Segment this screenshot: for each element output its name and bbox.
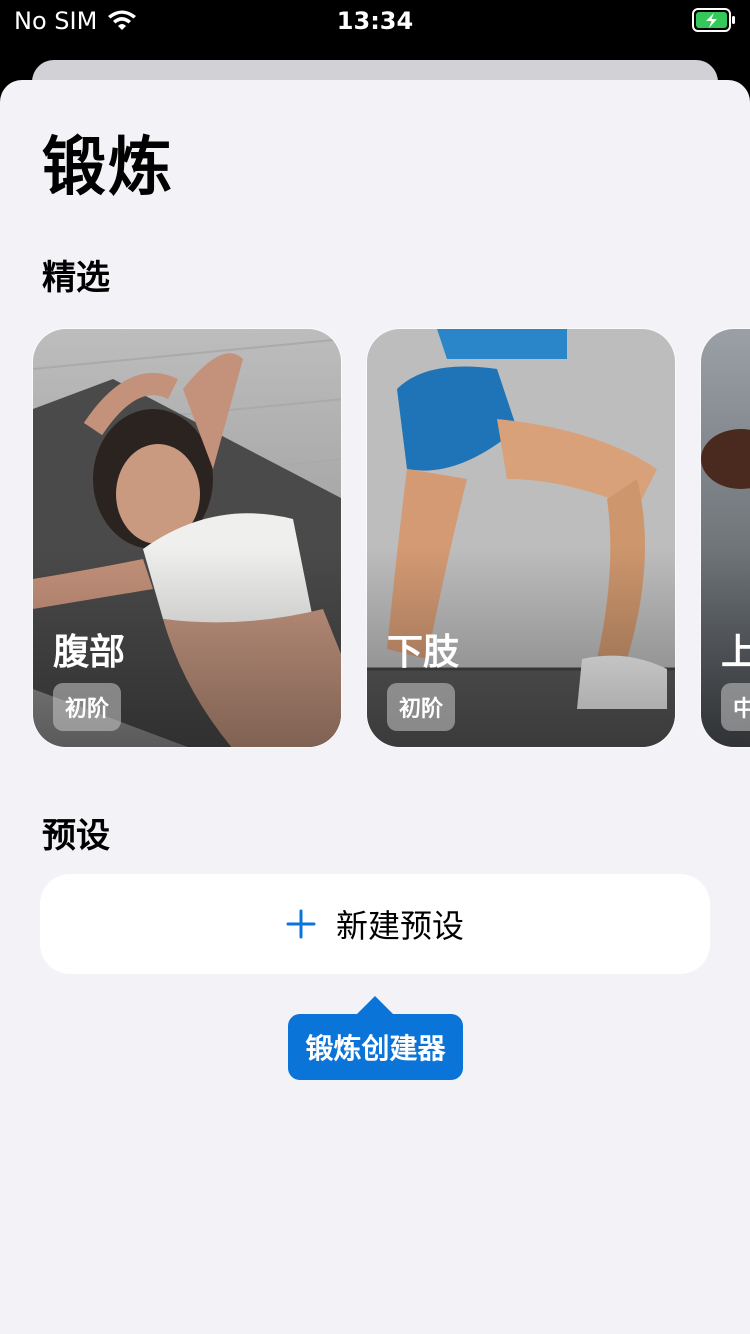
presets-section-title: 预设: [42, 816, 110, 856]
battery-charging-icon: [692, 8, 735, 32]
status-time: 13:34: [336, 7, 414, 35]
plus-icon: [286, 909, 316, 939]
featured-section-title: 精选: [42, 258, 110, 298]
new-preset-label: 新建预设: [335, 907, 464, 945]
card-title: 腹部: [53, 632, 126, 673]
workout-card-upper-body[interactable]: 上 中: [700, 328, 750, 748]
card-title: 上: [721, 623, 750, 675]
new-preset-button[interactable]: 新建预设: [40, 874, 710, 974]
workout-sheet: 锻炼 精选 腹部 初阶 下肢 初阶 预设 新建预设 锻炼创建器: [0, 80, 750, 1334]
workout-card-lower-body[interactable]: 下肢 初阶: [366, 328, 676, 748]
level-badge: 初阶: [53, 683, 122, 731]
workout-card-abs[interactable]: 腹部 初阶: [32, 328, 342, 748]
level-badge: 中: [721, 683, 750, 731]
level-badge: 初阶: [387, 683, 456, 731]
tooltip-arrow: [357, 996, 393, 1014]
workout-builder-tooltip[interactable]: 锻炼创建器: [288, 1014, 463, 1080]
featured-carousel[interactable]: 腹部 初阶 下肢 初阶: [0, 328, 750, 748]
page-title: 锻炼: [42, 131, 174, 205]
status-bar: No SIM 13:34: [0, 0, 750, 44]
card-title: 下肢: [387, 632, 460, 673]
